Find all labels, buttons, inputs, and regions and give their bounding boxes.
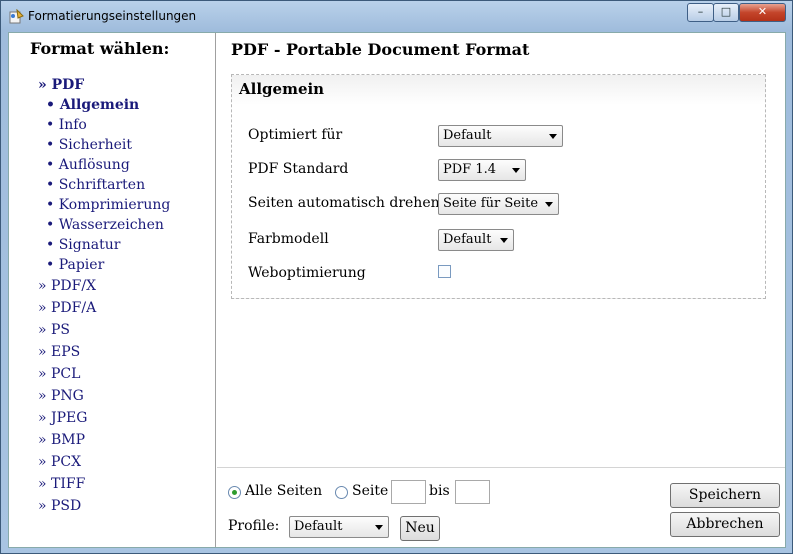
maximize-button[interactable]: □ <box>713 3 739 22</box>
alle-seiten-label: Alle Seiten <box>245 483 323 499</box>
chevron-down-icon <box>545 202 553 207</box>
farbmodell-select[interactable]: Default <box>438 229 514 251</box>
optimiert-select[interactable]: Default <box>438 125 563 147</box>
profile-select[interactable]: Default <box>289 516 389 538</box>
profile-label: Profile: <box>228 518 280 534</box>
nav-jpeg[interactable]: » JPEG <box>38 407 170 429</box>
farbmodell-label: Farbmodell <box>248 231 329 247</box>
chevron-down-icon <box>512 168 520 173</box>
nav-png[interactable]: » PNG <box>38 385 170 407</box>
profile-value: Default <box>294 519 343 534</box>
dialog-window: Formatierungseinstellungen – □ ✕ Format … <box>0 0 793 554</box>
abbrechen-button[interactable]: Abbrechen <box>670 512 780 537</box>
panel-title: Allgemein <box>239 80 325 98</box>
nav-pcl[interactable]: » PCL <box>38 363 170 385</box>
format-sidebar: Format wählen: » PDF • Allgemein • Info … <box>9 33 216 547</box>
nav-pdf-komprimierung[interactable]: • Komprimierung <box>38 195 170 215</box>
farbmodell-value: Default <box>443 232 492 247</box>
title-bar[interactable]: Formatierungseinstellungen – □ ✕ <box>1 1 792 32</box>
format-nav: » PDF • Allgemein • Info • Sicherheit • … <box>38 75 170 517</box>
standard-select[interactable]: PDF 1.4 <box>438 159 526 181</box>
weboptimierung-label: Weboptimierung <box>248 265 366 281</box>
seite-label: Seite <box>352 483 389 499</box>
alle-seiten-radio[interactable] <box>228 486 241 499</box>
nav-pdf-signatur[interactable]: • Signatur <box>38 235 170 255</box>
seite-radio[interactable] <box>335 486 348 499</box>
chevron-down-icon <box>500 238 508 243</box>
to-page-input[interactable] <box>455 480 490 504</box>
nav-pdf-schriftarten[interactable]: • Schriftarten <box>38 175 170 195</box>
main-pane: PDF - Portable Document Format Allgemein… <box>217 33 785 547</box>
nav-eps[interactable]: » EPS <box>38 341 170 363</box>
general-panel: Allgemein Optimiert für Default PDF Stan… <box>231 74 766 299</box>
page-title: PDF - Portable Document Format <box>231 40 530 59</box>
minimize-button[interactable]: – <box>687 3 714 22</box>
chevron-down-icon <box>375 525 383 530</box>
optimiert-value: Default <box>443 128 492 143</box>
from-page-input[interactable] <box>391 480 426 504</box>
nav-ps[interactable]: » PS <box>38 319 170 341</box>
nav-pdf-info[interactable]: • Info <box>38 115 170 135</box>
client-area: Format wählen: » PDF • Allgemein • Info … <box>8 32 786 548</box>
standard-label: PDF Standard <box>248 161 349 177</box>
nav-pdf-aufloesung[interactable]: • Auflösung <box>38 155 170 175</box>
nav-pdf[interactable]: » PDF <box>38 75 170 95</box>
nav-bmp[interactable]: » BMP <box>38 429 170 451</box>
drehen-select[interactable]: Seite für Seite <box>438 193 559 215</box>
nav-tiff[interactable]: » TIFF <box>38 473 170 495</box>
speichern-button[interactable]: Speichern <box>670 483 780 508</box>
nav-pcx[interactable]: » PCX <box>38 451 170 473</box>
nav-pdf-wasserzeichen[interactable]: • Wasserzeichen <box>38 215 170 235</box>
nav-pdf-allgemein[interactable]: • Allgemein <box>38 95 170 115</box>
sidebar-title: Format wählen: <box>30 39 170 58</box>
drehen-label: Seiten automatisch drehen <box>248 195 440 211</box>
nav-pdfx[interactable]: » PDF/X <box>38 275 170 297</box>
bottom-bar: Alle Seiten Seite bis Profile: Default N… <box>217 467 785 548</box>
bis-label: bis <box>429 483 450 499</box>
nav-psd[interactable]: » PSD <box>38 495 170 517</box>
app-icon <box>9 9 24 24</box>
standard-value: PDF 1.4 <box>443 162 496 177</box>
chevron-down-icon <box>549 134 557 139</box>
neu-button[interactable]: Neu <box>400 516 440 541</box>
nav-pdf-papier[interactable]: • Papier <box>38 255 170 275</box>
window-title: Formatierungseinstellungen <box>28 9 197 23</box>
weboptimierung-checkbox[interactable] <box>438 265 451 278</box>
close-button[interactable]: ✕ <box>739 3 786 22</box>
optimiert-label: Optimiert für <box>248 127 343 143</box>
nav-pdf-sicherheit[interactable]: • Sicherheit <box>38 135 170 155</box>
nav-pdfa[interactable]: » PDF/A <box>38 297 170 319</box>
drehen-value: Seite für Seite <box>443 196 539 211</box>
